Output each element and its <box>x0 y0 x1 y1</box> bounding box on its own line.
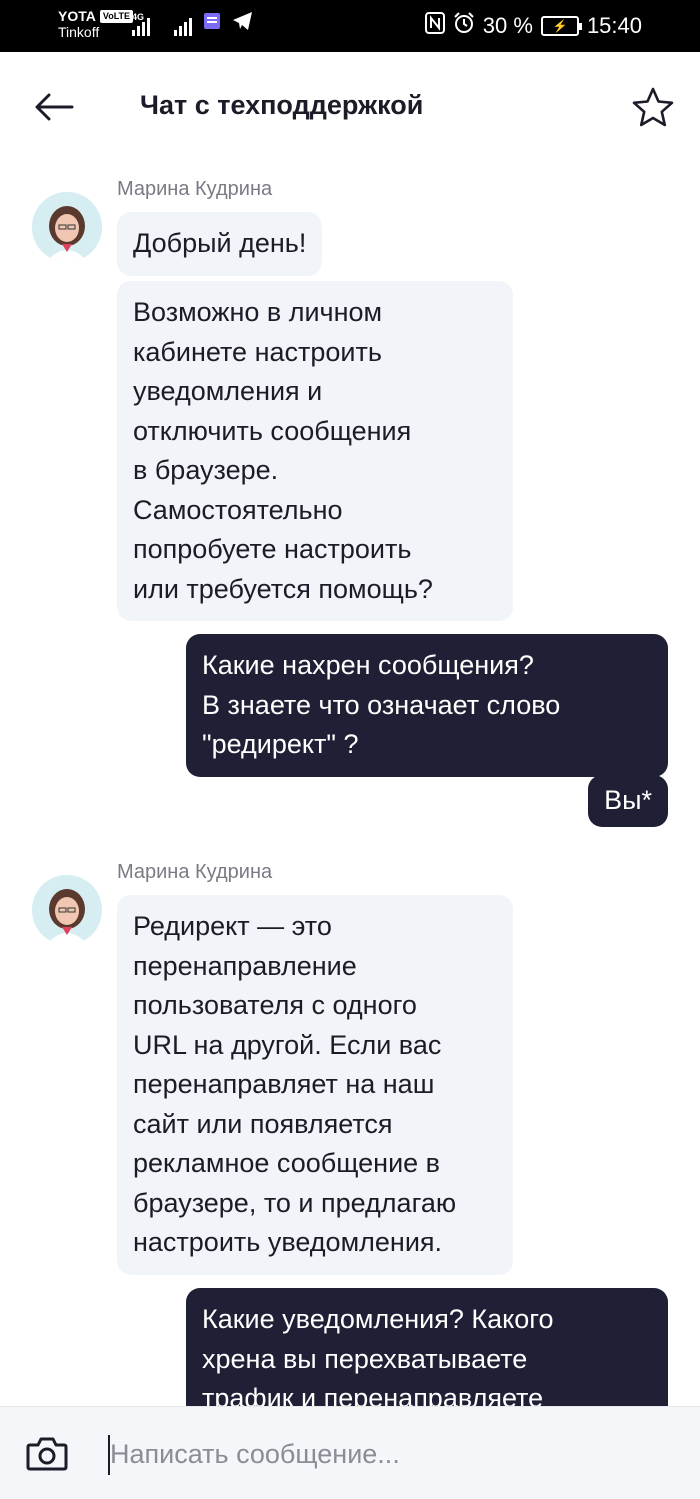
message-bubble-outgoing: Вы* <box>588 775 668 827</box>
nfc-icon <box>424 12 445 40</box>
carrier-name-top: YOTA <box>58 8 96 24</box>
chat-header: Чат с техподдержкой <box>0 52 700 162</box>
message-composer <box>0 1406 700 1499</box>
attach-photo-button[interactable] <box>24 1433 70 1473</box>
sender-name: Марина Кудрина <box>117 178 273 200</box>
network-type: 4G <box>132 12 145 22</box>
message-bubble-outgoing: Какие уведомления? Какого хрена вы перех… <box>186 1288 668 1406</box>
battery-icon: ⚡ <box>540 16 582 36</box>
sender-name: Марина Кудрина <box>117 861 273 883</box>
message-list[interactable]: Марина Кудрина Добрый день! Возможно в л… <box>0 162 700 1406</box>
signal-icon: 4G <box>132 12 150 36</box>
page-title: Чат с техподдержкой <box>140 90 424 120</box>
alarm-icon <box>453 12 475 40</box>
volte-badge: VoLTE <box>99 9 134 23</box>
message-bubble-incoming: Возможно в личном кабинете настроить уве… <box>117 281 513 621</box>
message-bubble-incoming: Добрый день! <box>117 212 323 276</box>
carrier-info: YOTA VoLTE Tinkoff <box>58 8 134 40</box>
status-bar: YOTA VoLTE Tinkoff 4G 30 % ⚡ 15:40 <box>0 0 700 52</box>
avatar <box>32 875 102 945</box>
signal-icon <box>174 16 192 36</box>
carrier-name-bottom: Tinkoff <box>58 24 100 40</box>
status-icons-left: 4G <box>130 11 254 36</box>
favorite-button[interactable] <box>630 84 676 130</box>
camera-icon <box>26 1437 68 1471</box>
back-button[interactable] <box>30 87 78 127</box>
arrow-left-icon <box>35 93 74 121</box>
clock: 15:40 <box>586 13 642 38</box>
star-icon <box>632 87 674 127</box>
sim-icon <box>202 11 222 36</box>
avatar <box>32 192 102 262</box>
battery-percent: 30 % <box>482 13 533 38</box>
status-icons-right: 30 % ⚡ 15:40 <box>424 12 642 40</box>
message-bubble-incoming: Редирект — это перенаправление пользоват… <box>117 895 513 1275</box>
message-bubble-outgoing: Какие нахрен сообщения? В знаете что озн… <box>186 634 668 777</box>
telegram-icon <box>232 11 254 36</box>
message-input[interactable] <box>110 1429 670 1479</box>
